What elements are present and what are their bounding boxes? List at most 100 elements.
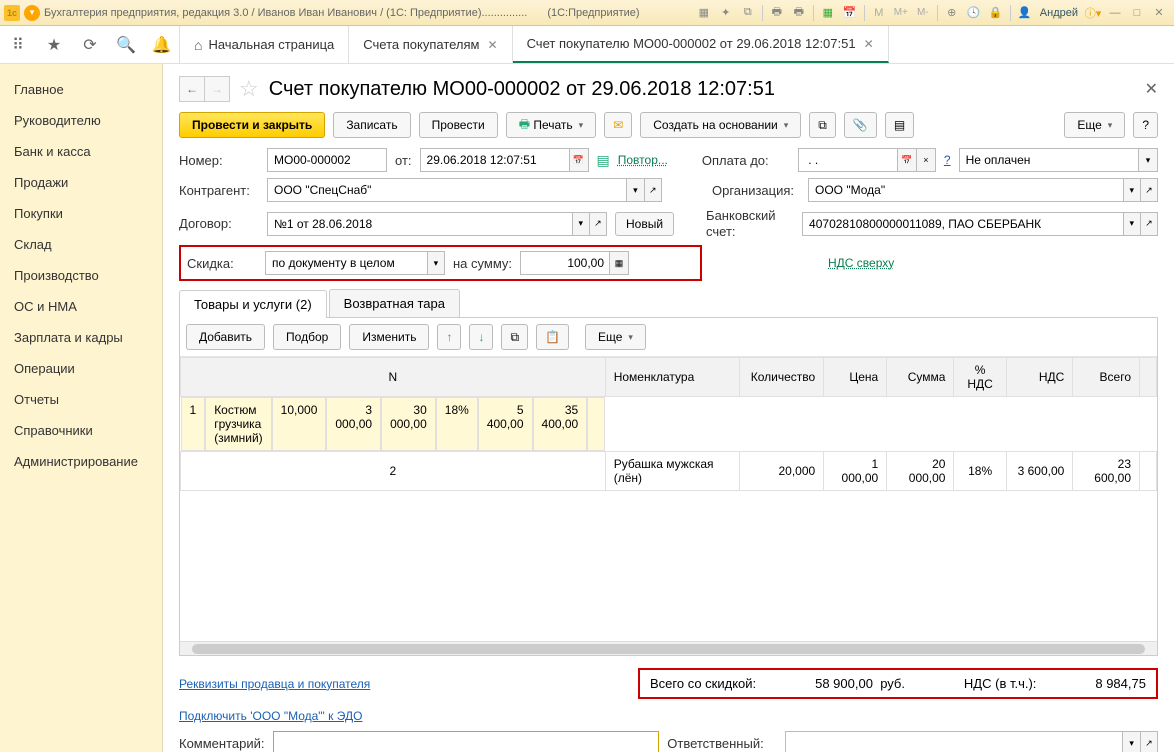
sidebar-item[interactable]: Производство <box>0 260 162 291</box>
col-vat[interactable]: НДС <box>1006 358 1073 397</box>
comment-field[interactable] <box>273 731 660 752</box>
sidebar-item[interactable]: Продажи <box>0 167 162 198</box>
edit-button[interactable]: Изменить <box>349 324 429 350</box>
favorite-icon[interactable]: ☆ <box>239 76 259 102</box>
dropdown-icon[interactable]: ▾ <box>626 178 644 202</box>
dropdown-icon[interactable]: ▾ <box>24 5 40 21</box>
doc-icon[interactable]: ▤ <box>597 152 610 169</box>
structure-button[interactable]: ⧉ <box>809 112 836 138</box>
sidebar-item[interactable]: Администрирование <box>0 446 162 477</box>
table-row[interactable]: 1Костюм грузчика (зимний)10,0003 000,003… <box>181 397 606 451</box>
pin-icon[interactable]: ⟳ <box>72 26 108 63</box>
sidebar-item[interactable]: ОС и НМА <box>0 291 162 322</box>
dropdown-icon[interactable]: ▾ <box>1123 178 1141 202</box>
responsible-field[interactable] <box>785 731 1123 752</box>
m-minus-button[interactable]: M- <box>914 4 932 22</box>
counterparty-field[interactable] <box>267 178 627 202</box>
tab-current-invoice[interactable]: Счет покупателю МО00-000002 от 29.06.201… <box>513 26 889 63</box>
save-button[interactable]: Записать <box>333 112 410 138</box>
status-field[interactable] <box>959 148 1139 172</box>
bank-field[interactable] <box>802 212 1124 236</box>
col-qty[interactable]: Количество <box>739 358 823 397</box>
create-based-button[interactable]: Создать на основании▾ <box>640 112 801 138</box>
contract-field[interactable] <box>267 212 573 236</box>
tab-goods[interactable]: Товары и услуги (2) <box>179 290 327 318</box>
calendar-icon[interactable]: 📅 <box>841 4 859 22</box>
dropdown-icon[interactable]: ▾ <box>1122 731 1140 752</box>
edo-link[interactable]: Подключить 'ООО "Мода"' к ЭДО <box>179 709 362 723</box>
clear-icon[interactable]: × <box>916 148 936 172</box>
info-icon[interactable]: ⓘ▾ <box>1084 4 1102 22</box>
paydue-field[interactable] <box>798 148 898 172</box>
requisites-link[interactable]: Реквизиты продавца и покупателя <box>179 677 370 691</box>
copy-button[interactable]: ⧉ <box>501 324 528 350</box>
table-icon[interactable]: ▦ <box>819 4 837 22</box>
table-more-button[interactable]: Еще▾ <box>585 324 646 350</box>
calc-icon[interactable]: ▦ <box>609 251 629 275</box>
open-icon[interactable]: ↗ <box>1140 731 1158 752</box>
table-row[interactable]: 2Рубашка мужская (лён)20,0001 000,0020 0… <box>181 452 1157 491</box>
open-icon[interactable]: ↗ <box>589 212 607 236</box>
repeat-link[interactable]: Повтор... <box>618 153 668 167</box>
minimize-button[interactable]: — <box>1106 4 1124 22</box>
m-plus-button[interactable]: M+ <box>892 4 910 22</box>
col-name[interactable]: Номенклатура <box>605 358 739 397</box>
print2-icon[interactable]: 🖶 <box>790 4 808 22</box>
sidebar-item[interactable]: Банк и касса <box>0 136 162 167</box>
calendar-icon[interactable]: 📅 <box>897 148 917 172</box>
tab-tara[interactable]: Возвратная тара <box>329 289 460 317</box>
dropdown-icon[interactable]: ▾ <box>1138 148 1158 172</box>
move-down-button[interactable]: ↓ <box>469 324 493 350</box>
date-field[interactable] <box>420 148 570 172</box>
m-button[interactable]: M <box>870 4 888 22</box>
print-icon[interactable]: 🖶 <box>768 4 786 22</box>
sidebar-item[interactable]: Зарплата и кадры <box>0 322 162 353</box>
sidebar-item[interactable]: Операции <box>0 353 162 384</box>
star-icon[interactable]: ★ <box>36 26 72 63</box>
calendar-icon[interactable]: 📅 <box>569 148 589 172</box>
print-button[interactable]: 🖶 Печать▾ <box>506 112 597 138</box>
col-vatp[interactable]: % НДС <box>954 358 1006 397</box>
org-field[interactable] <box>808 178 1124 202</box>
col-n[interactable]: N <box>181 358 606 397</box>
tool-icon[interactable]: ✦ <box>717 4 735 22</box>
lock-icon[interactable]: 🔒 <box>987 4 1005 22</box>
open-icon[interactable]: ↗ <box>644 178 662 202</box>
bell-icon[interactable]: 🔔 <box>144 26 180 63</box>
tool-icon[interactable]: ▦ <box>695 4 713 22</box>
sidebar-item[interactable]: Главное <box>0 74 162 105</box>
search-icon[interactable]: 🔍 <box>108 26 144 63</box>
sidebar-item[interactable]: Руководителю <box>0 105 162 136</box>
col-price[interactable]: Цена <box>824 358 887 397</box>
post-and-close-button[interactable]: Провести и закрыть <box>179 112 325 138</box>
col-total[interactable]: Всего <box>1073 358 1140 397</box>
new-contract-button[interactable]: Новый <box>615 212 674 236</box>
mail-button[interactable]: ✉ <box>604 112 632 138</box>
zoom-icon[interactable]: ⊕ <box>943 4 961 22</box>
tab-invoices[interactable]: Счета покупателям ✕ <box>349 26 512 63</box>
close-icon[interactable]: ✕ <box>864 37 874 51</box>
tool-icon[interactable]: ⧉ <box>739 4 757 22</box>
add-button[interactable]: Добавить <box>186 324 265 350</box>
sidebar-item[interactable]: Склад <box>0 229 162 260</box>
help-icon[interactable]: ? <box>944 153 951 167</box>
close-page-button[interactable]: ✕ <box>1145 79 1158 99</box>
vat-link[interactable]: НДС сверху <box>828 256 894 270</box>
dropdown-icon[interactable]: ▾ <box>1123 212 1141 236</box>
post-button[interactable]: Провести <box>419 112 498 138</box>
col-sum[interactable]: Сумма <box>887 358 954 397</box>
more-button[interactable]: Еще▾ <box>1064 112 1125 138</box>
apps-icon[interactable]: ⠿ <box>0 26 36 63</box>
move-up-button[interactable]: ↑ <box>437 324 461 350</box>
pick-button[interactable]: Подбор <box>273 324 341 350</box>
attach-button[interactable]: 📎 <box>844 112 877 138</box>
tab-home[interactable]: ⌂ Начальная страница <box>180 26 349 63</box>
close-icon[interactable]: ✕ <box>488 38 498 52</box>
maximize-button[interactable]: □ <box>1128 4 1146 22</box>
paste-button[interactable]: 📋 <box>536 324 569 350</box>
discount-sum-field[interactable] <box>520 251 610 275</box>
help-button[interactable]: ? <box>1133 112 1158 138</box>
open-icon[interactable]: ↗ <box>1140 212 1158 236</box>
time-icon[interactable]: 🕓 <box>965 4 983 22</box>
user-name[interactable]: Андрей <box>1040 7 1078 19</box>
